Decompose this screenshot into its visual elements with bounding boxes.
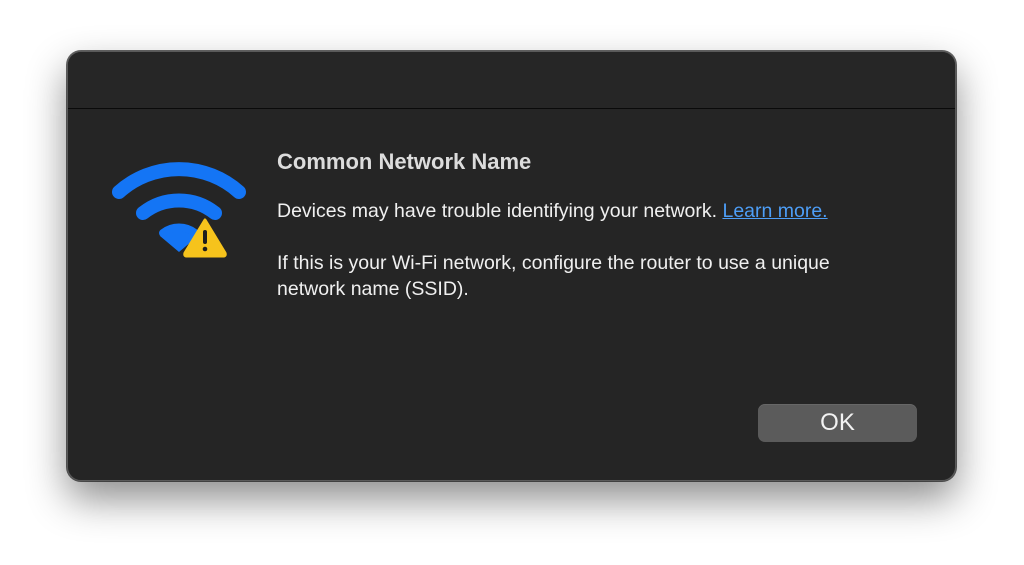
wifi-icon	[112, 162, 246, 258]
dialog-title: Common Network Name	[277, 149, 532, 174]
dialog-content: Common Network Name Devices may have tro…	[277, 148, 897, 328]
message-text: Devices may have trouble identifying you…	[277, 200, 718, 222]
learn-more-link[interactable]: Learn more.	[722, 200, 827, 222]
wifi-warning-icon	[112, 152, 252, 262]
dialog-titlebar	[68, 52, 955, 109]
dialog-message: Devices may have trouble identifying you…	[277, 198, 897, 224]
alert-dialog: Common Network Name Devices may have tro…	[67, 51, 956, 481]
ok-button[interactable]: OK	[758, 404, 917, 442]
dialog-detail: If this is your Wi-Fi network, configure…	[277, 252, 830, 300]
